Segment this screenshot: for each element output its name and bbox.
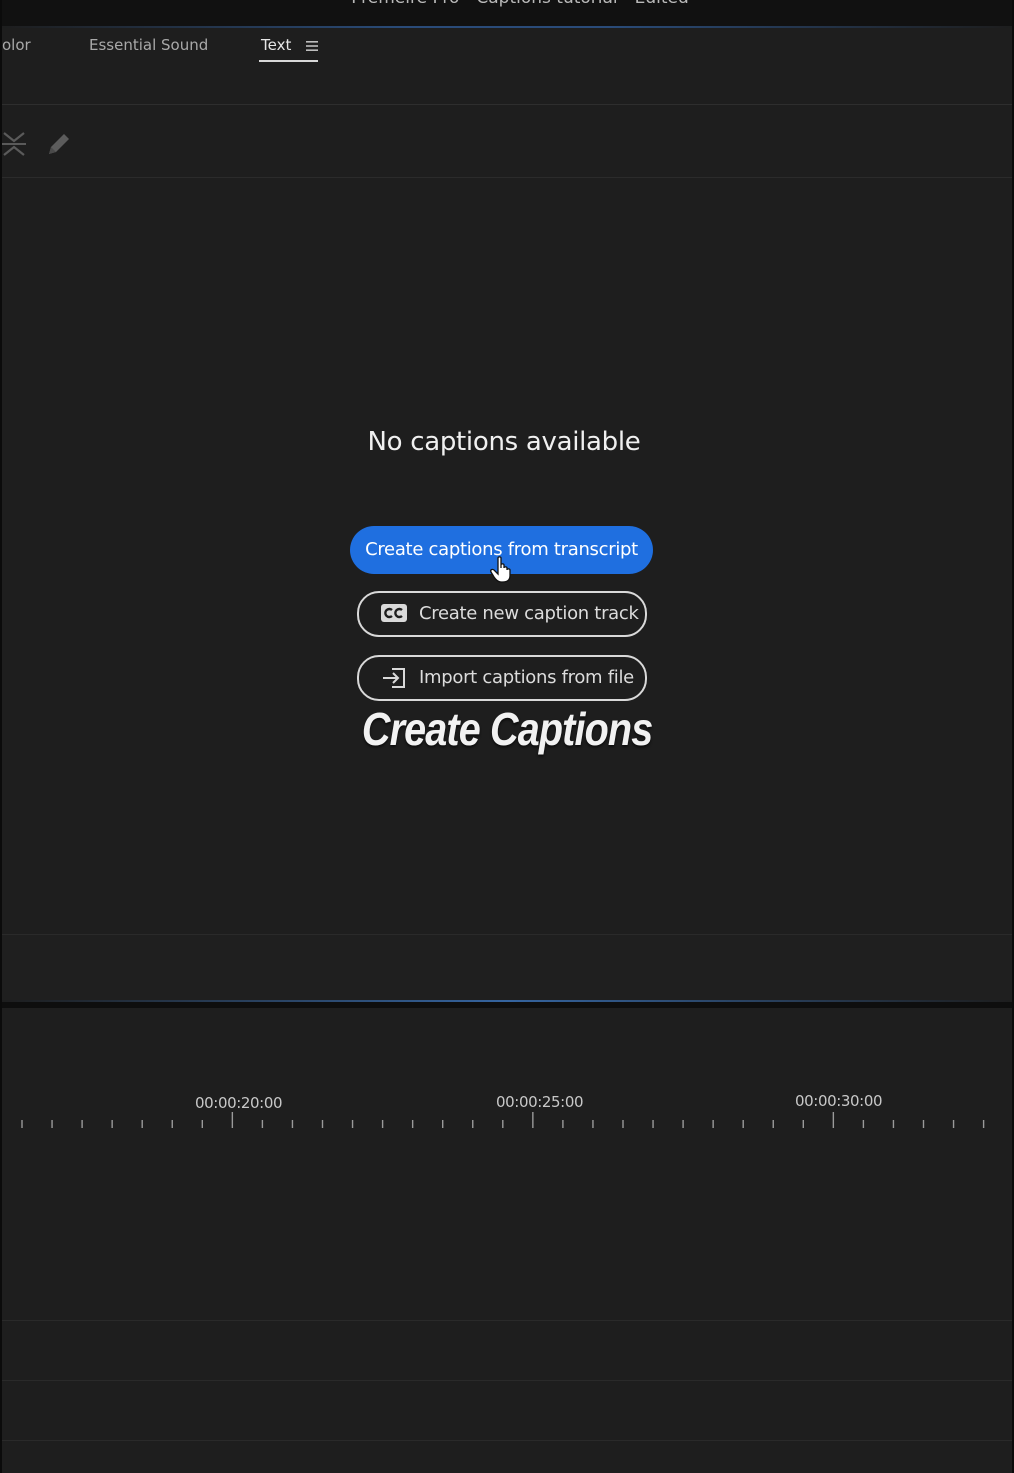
active-tab-indicator [259,60,318,62]
tab-text[interactable]: Text [261,36,291,54]
captions-panel: No captions available Create captions fr… [2,178,1012,934]
panel-footer [2,934,1012,1001]
time-ruler[interactable] [0,1106,1014,1136]
tab-essential-sound[interactable]: Essential Sound [89,36,208,54]
create-new-caption-track-label: Create new caption track [419,603,639,624]
ruler-ticks [21,1112,985,1128]
closed-caption-icon [381,604,407,622]
create-new-caption-track-button[interactable]: Create new caption track [357,591,647,637]
hand-pointer-icon [490,556,511,583]
empty-state-message: No captions available [367,427,641,457]
import-captions-from-file-button[interactable]: Import captions from file [357,655,647,701]
window-edge-left [0,0,2,1473]
collapse-icon[interactable] [2,131,26,157]
workspace-tab-row: olor Essential Sound Text [2,28,1012,105]
import-captions-label: Import captions from file [419,667,634,688]
import-icon [383,668,405,688]
overlay-title: Create Captions [361,703,653,755]
window-title: Premeire Pro - Captions tutorial - Edite… [0,0,1014,8]
tab-color[interactable]: olor [2,36,31,54]
track-divider [2,1380,1012,1381]
captions-toolbar [2,105,1012,178]
hamburger-menu-icon[interactable] [306,40,318,52]
track-divider [2,1440,1012,1441]
premiere-window: Premeire Pro - Captions tutorial - Edite… [0,0,1014,1473]
track-divider [2,1320,1012,1321]
pencil-icon[interactable] [46,131,72,157]
title-bar: Premeire Pro - Captions tutorial - Edite… [0,0,1014,26]
timeline-panel: 00:00:20:00 00:00:25:00 00:00:30:00 [2,1008,1012,1473]
